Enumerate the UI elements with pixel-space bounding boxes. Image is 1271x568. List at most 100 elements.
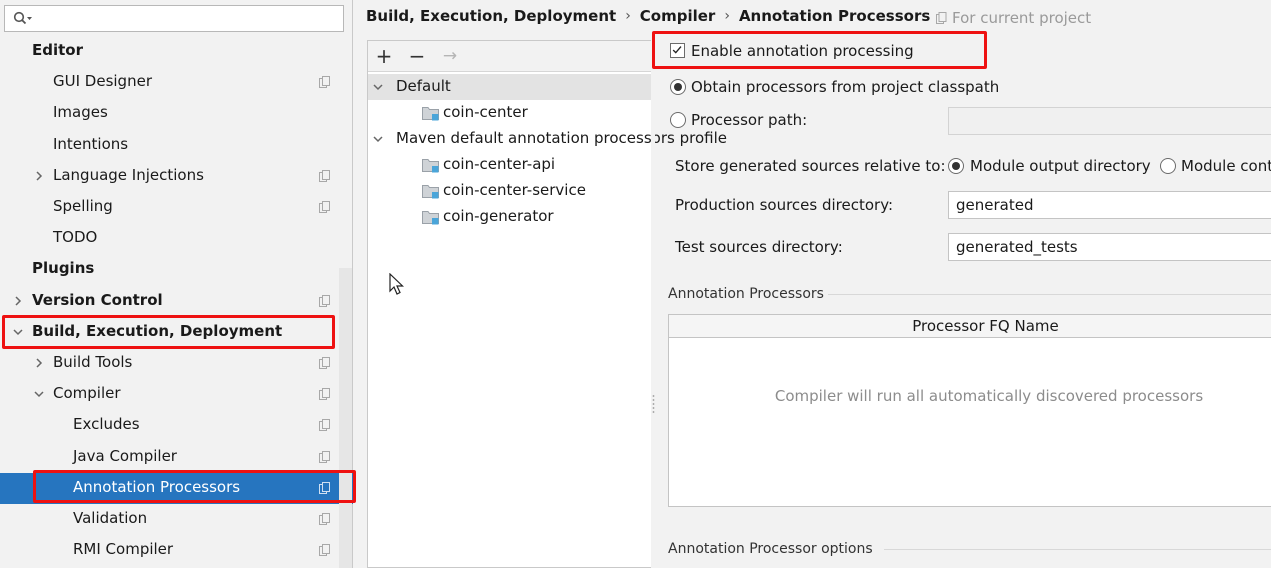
settings-search-input[interactable] [4, 5, 344, 32]
sidebar-item[interactable]: Editor [0, 36, 353, 67]
processor-table[interactable]: Processor FQ Name Compiler will run all … [668, 314, 1271, 507]
production-sources-label: Production sources directory: [675, 196, 894, 214]
scope-note-text: For current project [952, 9, 1092, 27]
project-scope-icon [319, 169, 330, 182]
breadcrumb-item: Build, Execution, Deployment [366, 6, 617, 25]
sidebar-item-label: Build Tools [53, 353, 133, 371]
project-scope-icon [319, 294, 330, 307]
project-scope-icon [319, 388, 330, 401]
sidebar-item[interactable]: Plugins [0, 254, 353, 285]
section-divider [884, 549, 1271, 550]
sidebar-item[interactable]: TODO [0, 223, 353, 254]
breadcrumb: Build, Execution, Deployment › Compiler › An… [366, 6, 930, 32]
sidebar-item-label: Images [53, 103, 108, 122]
move-to-profile-button[interactable]: → [441, 47, 459, 65]
profile-row-label: coin-center [443, 103, 528, 121]
processor-path-radio[interactable] [670, 112, 686, 128]
sidebar-item-label: RMI Compiler [73, 540, 174, 559]
profile-row-label: Default [396, 77, 451, 95]
profile-row-label: coin-center-service [443, 181, 586, 199]
processor-path-field[interactable] [948, 107, 1271, 135]
breadcrumb-separator: › [724, 7, 730, 24]
module-folder-icon [422, 185, 439, 199]
profile-group[interactable]: Default [368, 74, 652, 100]
project-scope-icon [319, 357, 330, 369]
sidebar-scrollbar[interactable] [339, 268, 352, 568]
highlight-box [33, 470, 356, 503]
sidebar-item-label: Excludes [73, 415, 140, 434]
profile-module[interactable]: coin-center [368, 100, 652, 126]
sidebar-item[interactable]: Build Tools [0, 348, 353, 379]
profile-row-label: coin-center-api [443, 155, 556, 173]
project-scope-icon [319, 544, 330, 557]
project-scope-icon [319, 201, 330, 213]
profile-group[interactable]: Maven default annotation processors prof… [368, 126, 727, 152]
processor-path-label[interactable]: Processor path: [691, 111, 807, 129]
profile-row-label: Maven default annotation processors prof… [396, 129, 727, 147]
profiles-toolbar: + − → [368, 41, 652, 72]
sidebar-item[interactable]: Compiler [0, 379, 353, 410]
breadcrumb-separator: › [625, 7, 631, 24]
module-content-root-label[interactable]: Module content root [1181, 157, 1271, 175]
sidebar-item-label: Spelling [53, 197, 113, 215]
breadcrumb-item-current: Annotation Processors [738, 6, 931, 25]
test-sources-directory-input[interactable]: generated_tests [948, 233, 1271, 261]
splitter-grip-icon[interactable] [652, 394, 655, 416]
chevron-down-icon[interactable] [372, 133, 384, 145]
chevron-right-icon[interactable] [12, 295, 24, 307]
sidebar-item[interactable]: Language Injections [0, 161, 353, 192]
annotation-processor-options-section-title: Annotation Processor options [668, 541, 873, 557]
module-content-root-radio[interactable] [1160, 158, 1176, 174]
panel-splitter[interactable] [651, 40, 655, 568]
processor-fq-name-column-header[interactable]: Processor FQ Name [669, 315, 1271, 338]
production-sources-directory-input[interactable]: generated [948, 191, 1271, 219]
chevron-right-icon[interactable] [33, 357, 45, 369]
mouse-cursor-icon [389, 273, 404, 295]
module-folder-icon [422, 211, 439, 225]
project-scope-icon [936, 12, 947, 24]
sidebar-item[interactable]: Validation [0, 504, 353, 535]
add-profile-button[interactable]: + [375, 46, 393, 66]
section-divider [828, 294, 1271, 295]
sidebar-item[interactable]: RMI Compiler [0, 535, 353, 566]
sidebar-item[interactable]: Version Control [0, 286, 353, 317]
project-scope-icon [319, 450, 330, 463]
sidebar-item-label: Intentions [53, 134, 129, 153]
chevron-down-icon[interactable] [372, 81, 384, 93]
module-folder-icon [422, 159, 439, 173]
sidebar-item[interactable]: Spelling [0, 192, 353, 223]
highlight-box [652, 31, 987, 69]
remove-profile-button[interactable]: − [408, 46, 426, 66]
highlight-box [2, 315, 335, 349]
sidebar-item-label: GUI Designer [53, 72, 152, 91]
store-relative-label: Store generated sources relative to: [675, 157, 946, 175]
profile-row-label: coin-generator [443, 207, 554, 225]
sidebar-item[interactable]: Images [0, 98, 353, 129]
obtain-from-classpath-label[interactable]: Obtain processors from project classpath [691, 78, 999, 96]
sidebar-item[interactable]: Intentions [0, 130, 353, 161]
module-folder-icon [422, 107, 439, 121]
project-scope-icon [319, 419, 330, 432]
chevron-down-icon[interactable] [33, 388, 45, 400]
module-output-directory-label[interactable]: Module output directory [970, 157, 1151, 175]
sidebar-item[interactable]: GUI Designer [0, 67, 353, 98]
test-sources-label: Test sources directory: [675, 238, 843, 256]
profile-module[interactable]: coin-center-service [368, 178, 652, 204]
obtain-from-classpath-radio[interactable] [670, 79, 686, 95]
annotation-processors-section-title: Annotation Processors [668, 286, 824, 302]
scope-note: For current project [936, 9, 1091, 27]
profile-module[interactable]: coin-generator [368, 204, 652, 230]
sidebar-item-label: Editor [32, 41, 83, 59]
module-output-directory-radio[interactable] [948, 158, 964, 174]
sidebar-item-label: Plugins [32, 259, 95, 278]
profile-module[interactable]: coin-center-api [368, 152, 652, 178]
chevron-right-icon[interactable] [33, 170, 45, 182]
sidebar-item[interactable]: Java Compiler [0, 442, 353, 473]
processor-profiles-list: + − → Default coin-center Maven default an… [367, 40, 727, 568]
sidebar-item-label: TODO [53, 228, 98, 247]
processor-table-empty-text: Compiler will run all automatically disc… [774, 387, 1204, 405]
search-icon [13, 11, 32, 25]
sidebar-item-label: Validation [73, 509, 148, 527]
breadcrumb-item: Compiler [639, 6, 716, 25]
sidebar-item[interactable]: Excludes [0, 410, 353, 441]
